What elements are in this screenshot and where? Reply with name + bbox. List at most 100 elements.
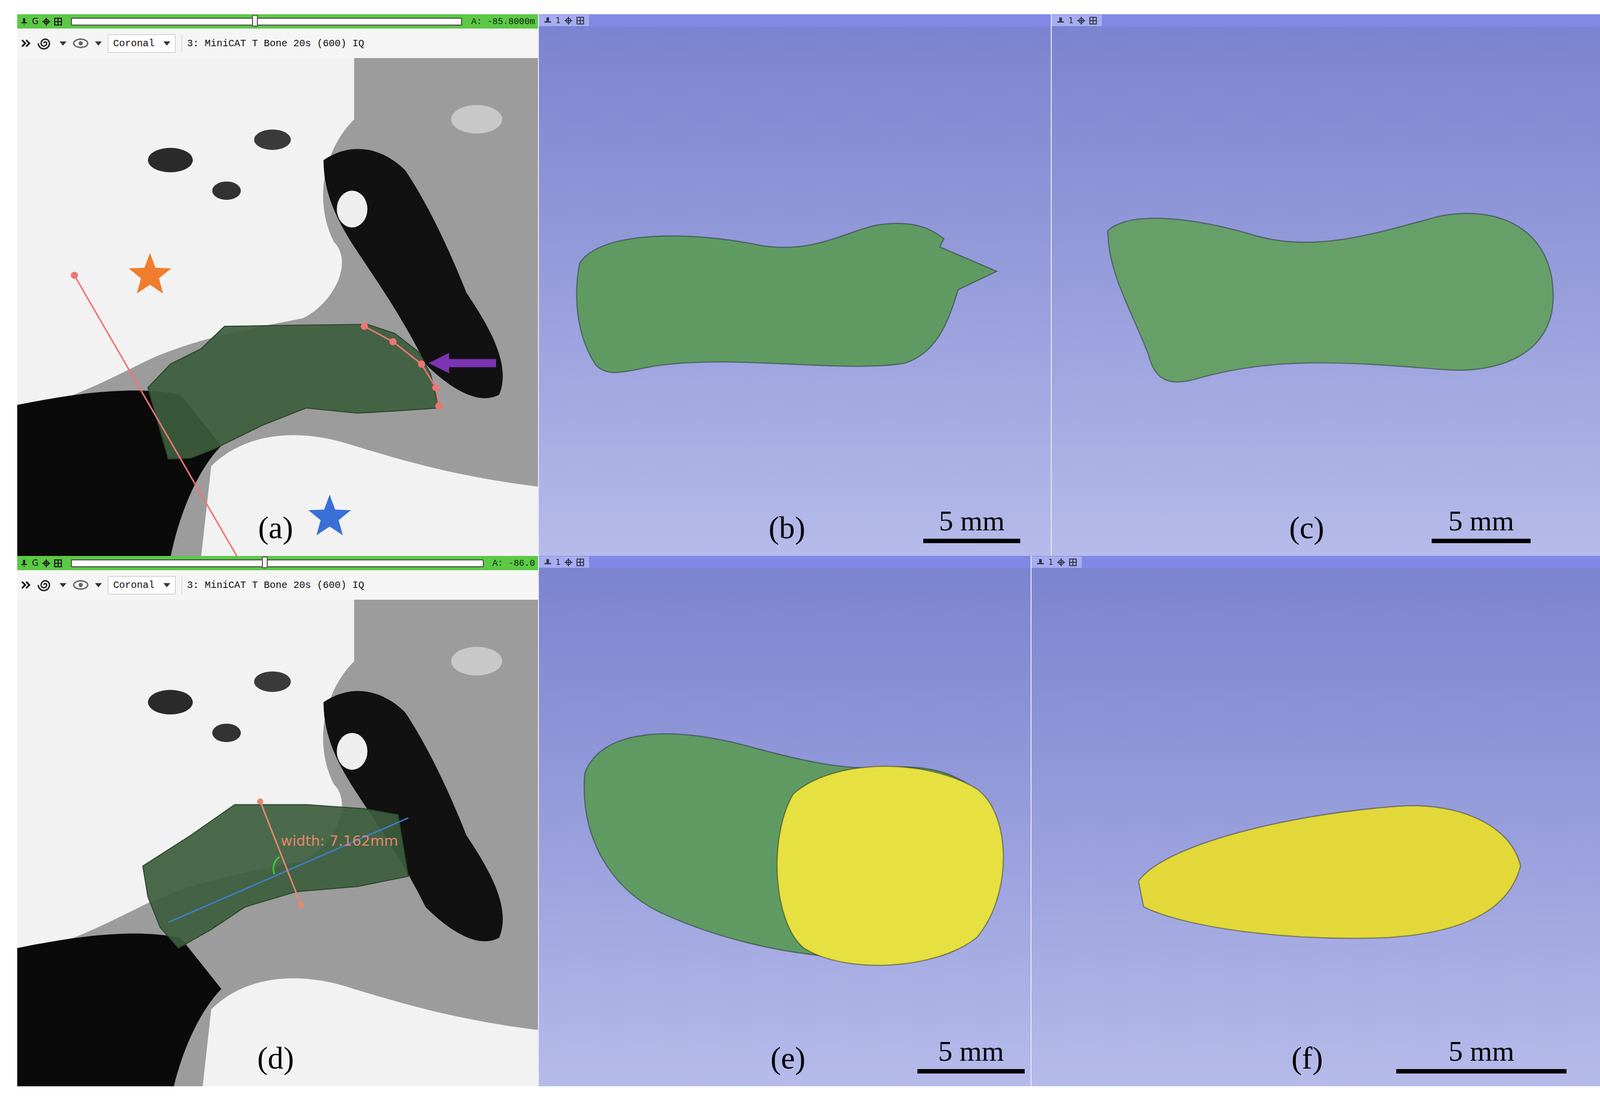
3d-render-area[interactable]: (c) 5 mm <box>1051 26 1600 557</box>
segment-model <box>1051 26 1600 557</box>
3d-view-bar: 1 <box>538 14 1051 27</box>
soft-tissue <box>17 599 538 1087</box>
ossicle <box>336 190 368 228</box>
scale-bar-line <box>1396 1069 1567 1074</box>
expand-chevron-icon[interactable] <box>21 580 32 591</box>
volume-selector[interactable]: 3: MiniCAT T Bone 20s (600) IQ <box>181 576 370 595</box>
spiral-icon[interactable] <box>36 576 54 594</box>
ct-slice-image: (a) <box>17 58 538 557</box>
canal-axis-line[interactable] <box>168 817 409 923</box>
pin-icon[interactable] <box>543 558 552 567</box>
curve-control-point[interactable] <box>360 322 369 331</box>
center-view-icon[interactable] <box>564 16 573 25</box>
view-number: 1 <box>1048 557 1054 567</box>
panel-label: (a) <box>257 510 293 546</box>
slider-handle[interactable] <box>261 556 268 569</box>
panel-label: (e) <box>770 1041 806 1076</box>
air-cell <box>253 671 291 693</box>
air-cell <box>212 723 241 743</box>
scale-bar: 5 mm <box>1396 1035 1567 1074</box>
segmentation-region <box>142 804 408 948</box>
spiral-icon[interactable] <box>36 34 54 52</box>
scale-bar: 5 mm <box>917 1035 1025 1074</box>
scale-bar-label: 5 mm <box>938 1035 1004 1068</box>
air-cell <box>148 147 193 173</box>
layout-icon[interactable] <box>54 17 63 26</box>
pin-icon[interactable] <box>1036 558 1045 567</box>
center-view-icon[interactable] <box>1057 558 1066 567</box>
scale-bar-line <box>923 538 1021 544</box>
view-number: 1 <box>555 15 561 26</box>
slice-offset-slider[interactable] <box>70 17 463 26</box>
scale-bar: 5 mm <box>1431 505 1531 544</box>
right-angle-mark <box>273 857 280 875</box>
caret-icon[interactable] <box>59 41 67 46</box>
view-controls[interactable]: 1 <box>1051 14 1102 27</box>
3d-render-area[interactable]: (e) 5 mm <box>538 568 1031 1087</box>
ruler-endpoint[interactable] <box>257 798 264 805</box>
caret-icon[interactable] <box>94 583 102 588</box>
star-icon <box>308 495 351 536</box>
link-icon[interactable] <box>42 559 51 568</box>
model-view: 1 (f) 5 mm <box>1030 556 1600 1087</box>
layout-icon[interactable] <box>576 16 585 25</box>
scale-bar-label: 5 mm <box>1448 505 1515 537</box>
scale-bar-line <box>1431 538 1531 544</box>
eye-icon[interactable] <box>72 34 90 52</box>
curve-control-point[interactable] <box>389 338 397 346</box>
panel-label: (c) <box>1288 510 1324 546</box>
volume-selector[interactable]: 3: MiniCAT T Bone 20s (600) IQ <box>181 34 370 53</box>
3d-render-area[interactable]: (b)5 mm <box>538 26 1051 557</box>
ruler-endpoint[interactable] <box>297 902 304 909</box>
orientation-dropdown[interactable]: Coronal <box>107 576 176 595</box>
layout-icon[interactable] <box>576 558 585 567</box>
width-ruler[interactable] <box>260 801 302 906</box>
layout-icon[interactable] <box>54 559 63 568</box>
slice-offset-reading: A: -85.8000m <box>470 16 535 27</box>
pin-icon[interactable] <box>20 559 29 568</box>
curve-control-point[interactable] <box>432 384 440 392</box>
curve-control-point[interactable] <box>417 360 426 369</box>
scale-bar-label: 5 mm <box>939 505 1005 537</box>
view-controls[interactable]: 1 <box>538 14 590 27</box>
pin-icon[interactable] <box>1056 16 1065 25</box>
figure: G A: -85.8000m Coronal 3: MiniCAT T Bone 20… <box>0 0 1600 1104</box>
link-icon[interactable] <box>42 17 51 26</box>
view-controls[interactable]: 1 <box>538 556 590 568</box>
star-icon <box>128 252 172 294</box>
layout-icon[interactable] <box>1089 16 1098 25</box>
view-number: 1 <box>1068 15 1074 26</box>
eye-icon[interactable] <box>72 576 90 594</box>
expand-chevron-icon[interactable] <box>21 38 32 49</box>
width-measurement-label: width: 7.162mm <box>280 832 399 850</box>
boundary-line[interactable] <box>74 275 237 557</box>
3d-render-area[interactable]: (f) 5 mm <box>1031 568 1600 1087</box>
view-letter: G <box>31 17 39 26</box>
view-controls[interactable]: 1 <box>1031 556 1082 568</box>
slider-handle[interactable] <box>251 14 258 27</box>
bone-region <box>200 435 538 557</box>
3d-view-bar: 1 <box>1031 556 1600 569</box>
ct-slice-drawing: width: 7.162mm <box>17 599 538 1087</box>
layout-icon[interactable] <box>1068 558 1077 567</box>
center-view-icon[interactable] <box>564 558 573 567</box>
orientation-dropdown[interactable]: Coronal <box>107 34 176 53</box>
segment-model <box>538 568 1031 1087</box>
panel-label: (f) <box>1291 1041 1323 1076</box>
slice-controller-bar: G A: -85.8000m <box>17 14 538 29</box>
line-endpoint[interactable] <box>70 271 79 280</box>
segment-model <box>1031 568 1600 1087</box>
caret-icon[interactable] <box>94 41 102 46</box>
center-view-icon[interactable] <box>1077 16 1086 25</box>
pin-icon[interactable] <box>543 16 552 25</box>
pin-icon[interactable] <box>20 17 29 26</box>
caret-icon[interactable] <box>59 583 67 588</box>
air-cell <box>253 129 291 150</box>
slice-offset-slider[interactable] <box>70 559 484 568</box>
scale-bar-line <box>917 1069 1025 1074</box>
model-surface <box>1138 806 1521 939</box>
curve-control-point[interactable] <box>435 402 443 410</box>
model-view: 1 (e) 5 mm <box>537 556 1031 1087</box>
scale-bar: 5 mm <box>923 505 1021 544</box>
boundary-curve[interactable] <box>364 326 439 407</box>
